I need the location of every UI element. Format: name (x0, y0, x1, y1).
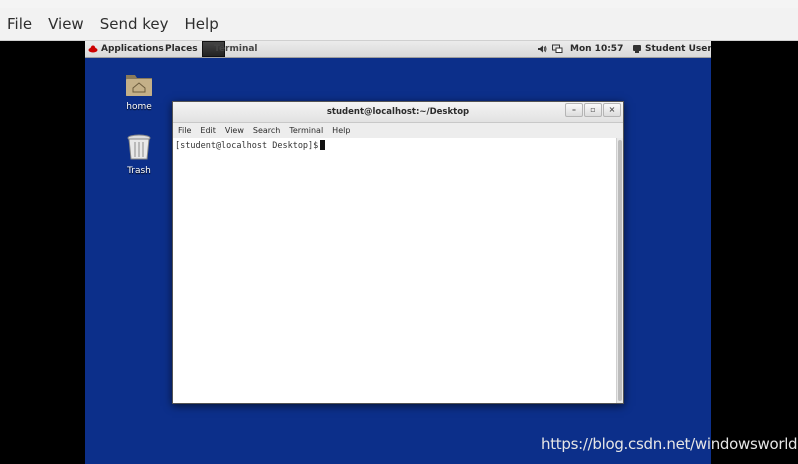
terminal-scrollbar-thumb[interactable] (618, 140, 622, 401)
viewer-menu-help[interactable]: Help (178, 15, 226, 33)
viewer-titlebar (0, 0, 798, 8)
terminal-menu-terminal[interactable]: Terminal (289, 126, 323, 135)
clock[interactable]: Mon 10:57 (570, 43, 623, 55)
minimize-icon[interactable]: – (565, 103, 583, 117)
places-menu[interactable]: Places (165, 43, 198, 55)
guest-desktop: Applications Places Terminal Mon 10:57 S… (85, 41, 711, 464)
viewer-menu-view[interactable]: View (41, 15, 91, 33)
applications-menu[interactable]: Applications (101, 43, 164, 55)
redhat-icon (88, 45, 98, 53)
user-icon (633, 45, 641, 53)
viewer-menu-file[interactable]: File (0, 15, 39, 33)
desktop-trash-label: Trash (127, 166, 151, 176)
desktop-home-label: home (126, 102, 152, 112)
viewer-menubar: File View Send key Help (0, 8, 798, 41)
trash-icon (127, 134, 151, 160)
terminal-body[interactable]: [student@localhost Desktop]$ (173, 138, 616, 403)
terminal-menu-file[interactable]: File (178, 126, 191, 135)
user-menu[interactable]: Student User (645, 43, 711, 55)
close-icon[interactable]: × (603, 103, 621, 117)
window-buttons: – ▫ × (565, 103, 621, 117)
terminal-menu-search[interactable]: Search (253, 126, 280, 135)
taskbar-terminal[interactable]: Terminal (214, 43, 258, 55)
terminal-prompt: [student@localhost Desktop]$ (175, 141, 319, 151)
top-panel: Applications Places Terminal Mon 10:57 S… (85, 41, 711, 58)
watermark: https://blog.csdn.net/windowsworld (541, 435, 798, 453)
terminal-titlebar[interactable]: student@localhost:~/Desktop – ▫ × (173, 102, 623, 123)
desktop-trash[interactable]: Trash (115, 133, 163, 176)
desktop-home[interactable]: home (115, 71, 163, 112)
viewer-menu-send-key[interactable]: Send key (93, 15, 176, 33)
home-folder-icon (126, 75, 152, 96)
terminal-menubar: File Edit View Search Terminal Help (173, 123, 623, 138)
volume-icon[interactable] (537, 44, 547, 54)
terminal-scrollbar[interactable] (616, 138, 623, 403)
text-cursor (320, 140, 326, 150)
terminal-menu-edit[interactable]: Edit (200, 126, 216, 135)
maximize-icon[interactable]: ▫ (584, 103, 602, 117)
terminal-menu-help[interactable]: Help (332, 126, 350, 135)
terminal-window[interactable]: student@localhost:~/Desktop – ▫ × File E… (172, 101, 624, 404)
network-icon[interactable] (552, 44, 563, 54)
terminal-title: student@localhost:~/Desktop (326, 107, 470, 117)
terminal-menu-view[interactable]: View (225, 126, 244, 135)
